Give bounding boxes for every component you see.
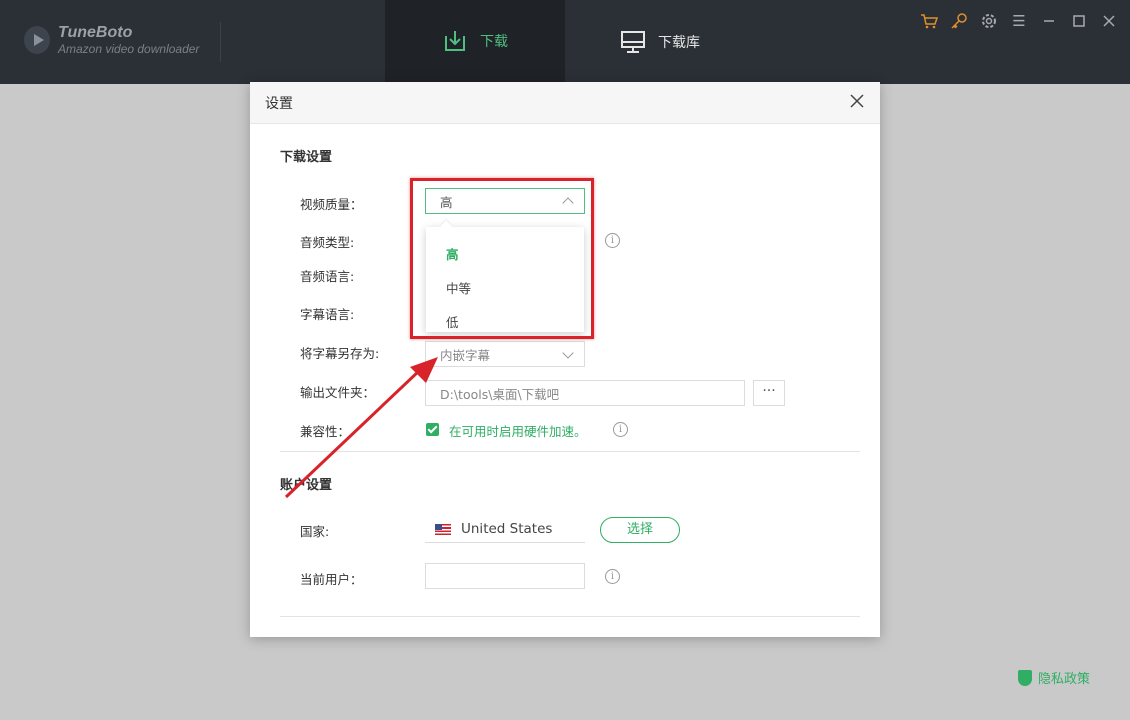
key-icon[interactable] — [950, 12, 968, 30]
browse-button[interactable]: ··· — [753, 380, 785, 406]
country-label: 国家: — [300, 524, 330, 539]
shield-icon — [1018, 669, 1032, 686]
tab-download[interactable]: 下载 — [385, 0, 565, 84]
close-icon[interactable] — [1100, 12, 1118, 30]
hardware-accel-label[interactable]: 在可用时启用硬件加速。 — [449, 421, 587, 440]
current-user-label: 当前用户： — [300, 572, 363, 587]
annotation-highlight-box — [410, 178, 594, 339]
title-bar: TuneBoto Amazon video downloader 下载 下载库 … — [0, 0, 1130, 84]
info-icon[interactable]: i — [605, 233, 620, 248]
privacy-link[interactable]: 隐私政策 — [1018, 668, 1090, 687]
app-logo: TuneBoto Amazon video downloader — [24, 24, 199, 56]
divider — [220, 22, 221, 62]
tab-library-label: 下载库 — [658, 35, 700, 51]
select-country-button[interactable]: 选择 — [600, 517, 680, 543]
audio-language-label: 音频语言: — [300, 269, 355, 284]
dialog-title: 设置 — [265, 95, 293, 112]
country-field: United States — [425, 516, 585, 543]
download-icon — [445, 31, 465, 51]
dialog-close-button[interactable] — [848, 94, 866, 112]
country-value: United States — [461, 521, 553, 537]
current-user-input[interactable] — [425, 563, 585, 589]
subtitle-language-label: 字幕语言: — [300, 307, 355, 322]
tab-download-label: 下载 — [480, 34, 508, 50]
divider — [280, 616, 860, 617]
info-icon[interactable]: i — [613, 422, 628, 437]
audio-type-label: 音频类型: — [300, 235, 355, 250]
privacy-label: 隐私政策 — [1038, 672, 1091, 687]
maximize-icon[interactable] — [1070, 12, 1088, 30]
output-folder-input[interactable]: D:\tools\桌面\下载吧 — [425, 380, 745, 406]
chevron-down-icon — [562, 347, 574, 359]
download-settings-title: 下载设置 — [280, 150, 333, 165]
cart-icon[interactable] — [920, 12, 938, 30]
monitor-icon — [621, 31, 645, 53]
minimize-icon[interactable] — [1040, 12, 1058, 30]
menu-icon[interactable]: ☰ — [1010, 12, 1028, 30]
info-icon[interactable]: i — [605, 569, 620, 584]
play-logo-icon — [24, 26, 50, 54]
us-flag-icon — [435, 523, 451, 535]
close-icon — [850, 94, 864, 108]
tab-library[interactable]: 下载库 — [590, 0, 730, 84]
app-subtitle: Amazon video downloader — [58, 42, 200, 56]
gear-icon[interactable] — [980, 12, 998, 30]
annotation-arrow — [284, 357, 438, 499]
video-quality-label: 视频质量： — [300, 197, 363, 212]
output-folder-value: D:\tools\桌面\下载吧 — [440, 386, 560, 402]
app-title: TuneBoto — [58, 24, 133, 41]
